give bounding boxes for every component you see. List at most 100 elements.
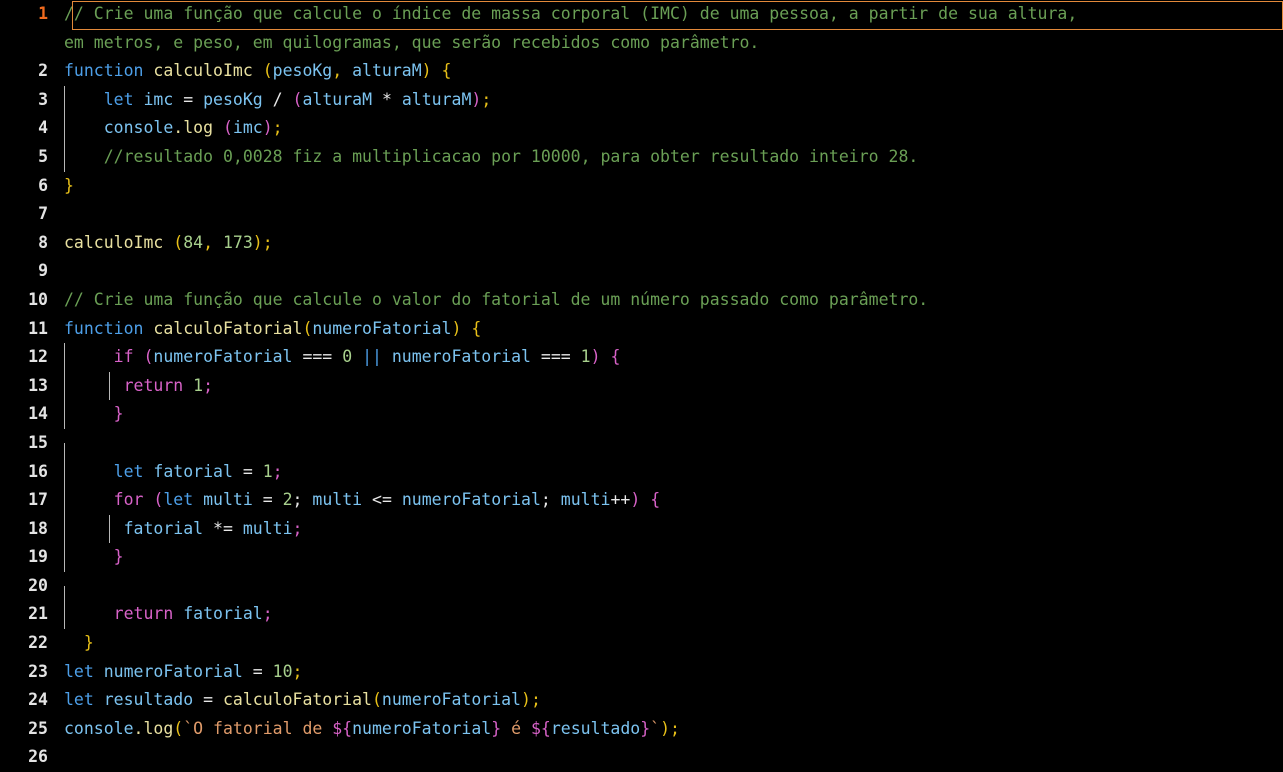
line-content[interactable]: // Crie uma função que calcule o valor d… [60, 286, 1283, 315]
indent-guide [64, 400, 65, 429]
number-token: 10 [272, 661, 293, 681]
semicolon: ; [670, 718, 680, 738]
log-method: .log [133, 718, 174, 738]
editor-line[interactable]: 7 [0, 200, 1283, 229]
editor-line[interactable]: 6 } [0, 172, 1283, 201]
line-content[interactable]: em metros, e peso, em quilogramas, que s… [60, 29, 1283, 58]
editor-line[interactable]: 22 } [0, 629, 1283, 658]
editor-line[interactable]: 16 let fatorial = 1; [0, 457, 1283, 487]
line-number: 6 [38, 175, 48, 195]
line-content[interactable]: let numeroFatorial = 10; [60, 658, 1283, 687]
editor-line[interactable]: 3 let imc = pesoKg / (alturaM * alturaM)… [0, 85, 1283, 115]
editor-line[interactable]: 25 console.log(`O fatorial de ${numeroFa… [0, 715, 1283, 744]
variable-token: alturaM [302, 89, 373, 109]
variable-token: pesoKg [203, 89, 263, 109]
editor-line[interactable]: 18 fatorial *= multi; [0, 514, 1283, 544]
line-number: 12 [28, 347, 48, 367]
editor-line[interactable]: 24 let resultado = calculoFatorial(numer… [0, 686, 1283, 715]
editor-line[interactable]: 21 return fatorial; [0, 600, 1283, 630]
editor-line[interactable]: 26 [0, 743, 1283, 772]
editor-line[interactable]: 14 } [0, 400, 1283, 429]
line-content[interactable]: fatorial *= multi; [60, 514, 1283, 544]
line-content[interactable]: } [60, 629, 1283, 658]
paren-open: ( [292, 89, 303, 109]
line-content[interactable]: return 1; [60, 371, 1283, 401]
comment-token: // Crie uma função que calcule o valor d… [64, 289, 929, 309]
editor-line-wrapped[interactable]: em metros, e peso, em quilogramas, que s… [0, 29, 1283, 58]
semicolon: ; [530, 690, 541, 710]
line-content[interactable]: } [60, 400, 1283, 429]
line-content[interactable]: if (numeroFatorial === 0 || numeroFatori… [60, 343, 1283, 372]
line-content[interactable]: return fatorial; [60, 600, 1283, 630]
variable-token: multi [203, 490, 253, 510]
editor-line[interactable]: 11 function calculoFatorial(numeroFatori… [0, 315, 1283, 344]
line-content[interactable]: function calculoFatorial(numeroFatorial)… [60, 315, 1283, 344]
editor-line[interactable]: 9 [0, 257, 1283, 286]
indent-guide [64, 371, 65, 401]
line-number: 2 [38, 61, 48, 81]
indent-guide [64, 543, 65, 572]
editor-line[interactable]: 4 console.log (imc); [0, 114, 1283, 143]
paren-open: ( [173, 718, 184, 738]
line-content[interactable]: for (let multi = 2; multi <= numeroFator… [60, 486, 1283, 515]
variable-token: imc [143, 89, 174, 109]
line-content[interactable]: function calculoImc (pesoKg, alturaM) { [60, 57, 1283, 86]
editor-line[interactable]: 5 //resultado 0,0028 fiz a multiplicacao… [0, 142, 1283, 172]
editor-line[interactable]: 19 } [0, 543, 1283, 572]
line-content[interactable]: let imc = pesoKg / (alturaM * alturaM); [60, 85, 1283, 115]
semicolon: ; [203, 375, 214, 395]
editor-line[interactable]: 2 function calculoImc (pesoKg, alturaM) … [0, 57, 1283, 86]
line-number: 10 [28, 289, 48, 309]
editor-line[interactable]: 23 let numeroFatorial = 10; [0, 658, 1283, 687]
indent-guide [64, 514, 65, 544]
line-number: 18 [28, 518, 48, 538]
paren-open: ( [143, 490, 164, 510]
comment-token: em metros, e peso, em quilogramas, que s… [64, 32, 760, 52]
semicolon: ; [262, 604, 273, 624]
variable-token: numeroFatorial [391, 347, 531, 367]
variable-token: numeroFatorial [401, 490, 541, 510]
line-number: 17 [28, 490, 48, 510]
keyword-for: for [113, 490, 144, 510]
editor-line[interactable]: 1 // Crie uma função que calcule o índic… [0, 0, 1283, 29]
template-expr-close: } [491, 718, 502, 738]
line-content[interactable]: console.log (imc); [60, 114, 1283, 143]
line-content[interactable]: //resultado 0,0028 fiz a multiplicacao p… [60, 142, 1283, 172]
operator: === [302, 347, 333, 367]
editor-line[interactable]: 10 // Crie uma função que calcule o valo… [0, 286, 1283, 315]
keyword-function: function [64, 61, 144, 81]
line-number: 7 [38, 204, 48, 224]
number-token: 2 [282, 490, 293, 510]
brace-close: } [64, 175, 74, 195]
line-number: 3 [38, 89, 48, 109]
line-content[interactable]: calculoImc (84, 173); [60, 229, 1283, 258]
paren-close: ) [252, 232, 263, 252]
brace-open: { [600, 347, 621, 367]
line-content[interactable]: let fatorial = 1; [60, 457, 1283, 487]
operator: = [252, 661, 263, 681]
line-content[interactable]: } [60, 543, 1283, 572]
editor-line[interactable]: 13 return 1; [0, 371, 1283, 401]
line-content[interactable]: } [60, 172, 1283, 201]
line-content[interactable]: console.log(`O fatorial de ${numeroFator… [60, 715, 1283, 744]
operator: = [262, 490, 273, 510]
operator-increment: ++ [610, 490, 631, 510]
editor-line[interactable]: 15 [0, 429, 1283, 472]
editor-line[interactable]: 12 if (numeroFatorial === 0 || numeroFat… [0, 343, 1283, 372]
editor-line[interactable]: 8 calculoImc (84, 173); [0, 229, 1283, 258]
variable-token: alturaM [401, 89, 472, 109]
code-editor[interactable]: 1 // Crie uma função que calcule o índic… [0, 0, 1283, 772]
brace-close: } [113, 404, 124, 424]
line-content[interactable]: let resultado = calculoFatorial(numeroFa… [60, 686, 1283, 715]
variable-token: fatorial [183, 604, 263, 624]
comma: , [203, 232, 223, 252]
indent-guide [64, 114, 65, 143]
template-expr-open: ${ [530, 718, 551, 738]
editor-line[interactable]: 20 [0, 572, 1283, 615]
line-content[interactable]: // Crie uma função que calcule o índice … [60, 0, 1283, 29]
log-method: .log [173, 118, 214, 138]
number-token: 0 [342, 347, 353, 367]
operator: = [203, 690, 214, 710]
editor-line[interactable]: 17 for (let multi = 2; multi <= numeroFa… [0, 486, 1283, 515]
